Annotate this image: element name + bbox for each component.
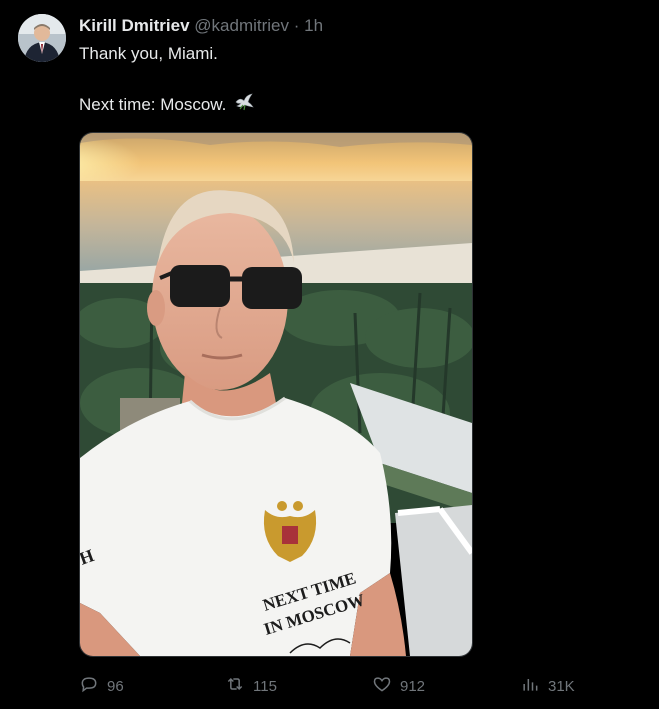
tweet-photo[interactable]: NEXT TIME IN MOSCOW H xyxy=(79,132,473,657)
tweet-actions: 96 115 912 31K xyxy=(79,674,599,696)
tweet-time[interactable]: 1h xyxy=(304,16,323,35)
dove-icon xyxy=(234,93,255,116)
views-button[interactable]: 31K xyxy=(520,674,575,698)
author-handle[interactable]: @kadmitriev xyxy=(194,16,289,35)
tweet-text-line2-row: Next time: Moscow. xyxy=(79,93,255,116)
tweet-text-line1: Thank you, Miami. xyxy=(79,44,218,63)
reply-count: 96 xyxy=(107,677,124,695)
separator-dot: · xyxy=(293,16,300,35)
repost-icon xyxy=(225,674,245,698)
tweet-header: Kirill Dmitriev @kadmitriev · 1h xyxy=(79,16,323,36)
reply-icon xyxy=(79,674,99,698)
author-name[interactable]: Kirill Dmitriev xyxy=(79,16,190,35)
heart-icon xyxy=(372,674,392,698)
views-count: 31K xyxy=(548,677,575,695)
tweet-text-line2: Next time: Moscow. xyxy=(79,94,227,114)
like-button[interactable]: 912 xyxy=(372,674,425,698)
repost-button[interactable]: 115 xyxy=(225,674,277,698)
repost-count: 115 xyxy=(253,677,277,695)
views-icon xyxy=(520,674,540,698)
avatar[interactable] xyxy=(18,14,66,62)
reply-button[interactable]: 96 xyxy=(79,674,124,698)
like-count: 912 xyxy=(400,677,426,695)
